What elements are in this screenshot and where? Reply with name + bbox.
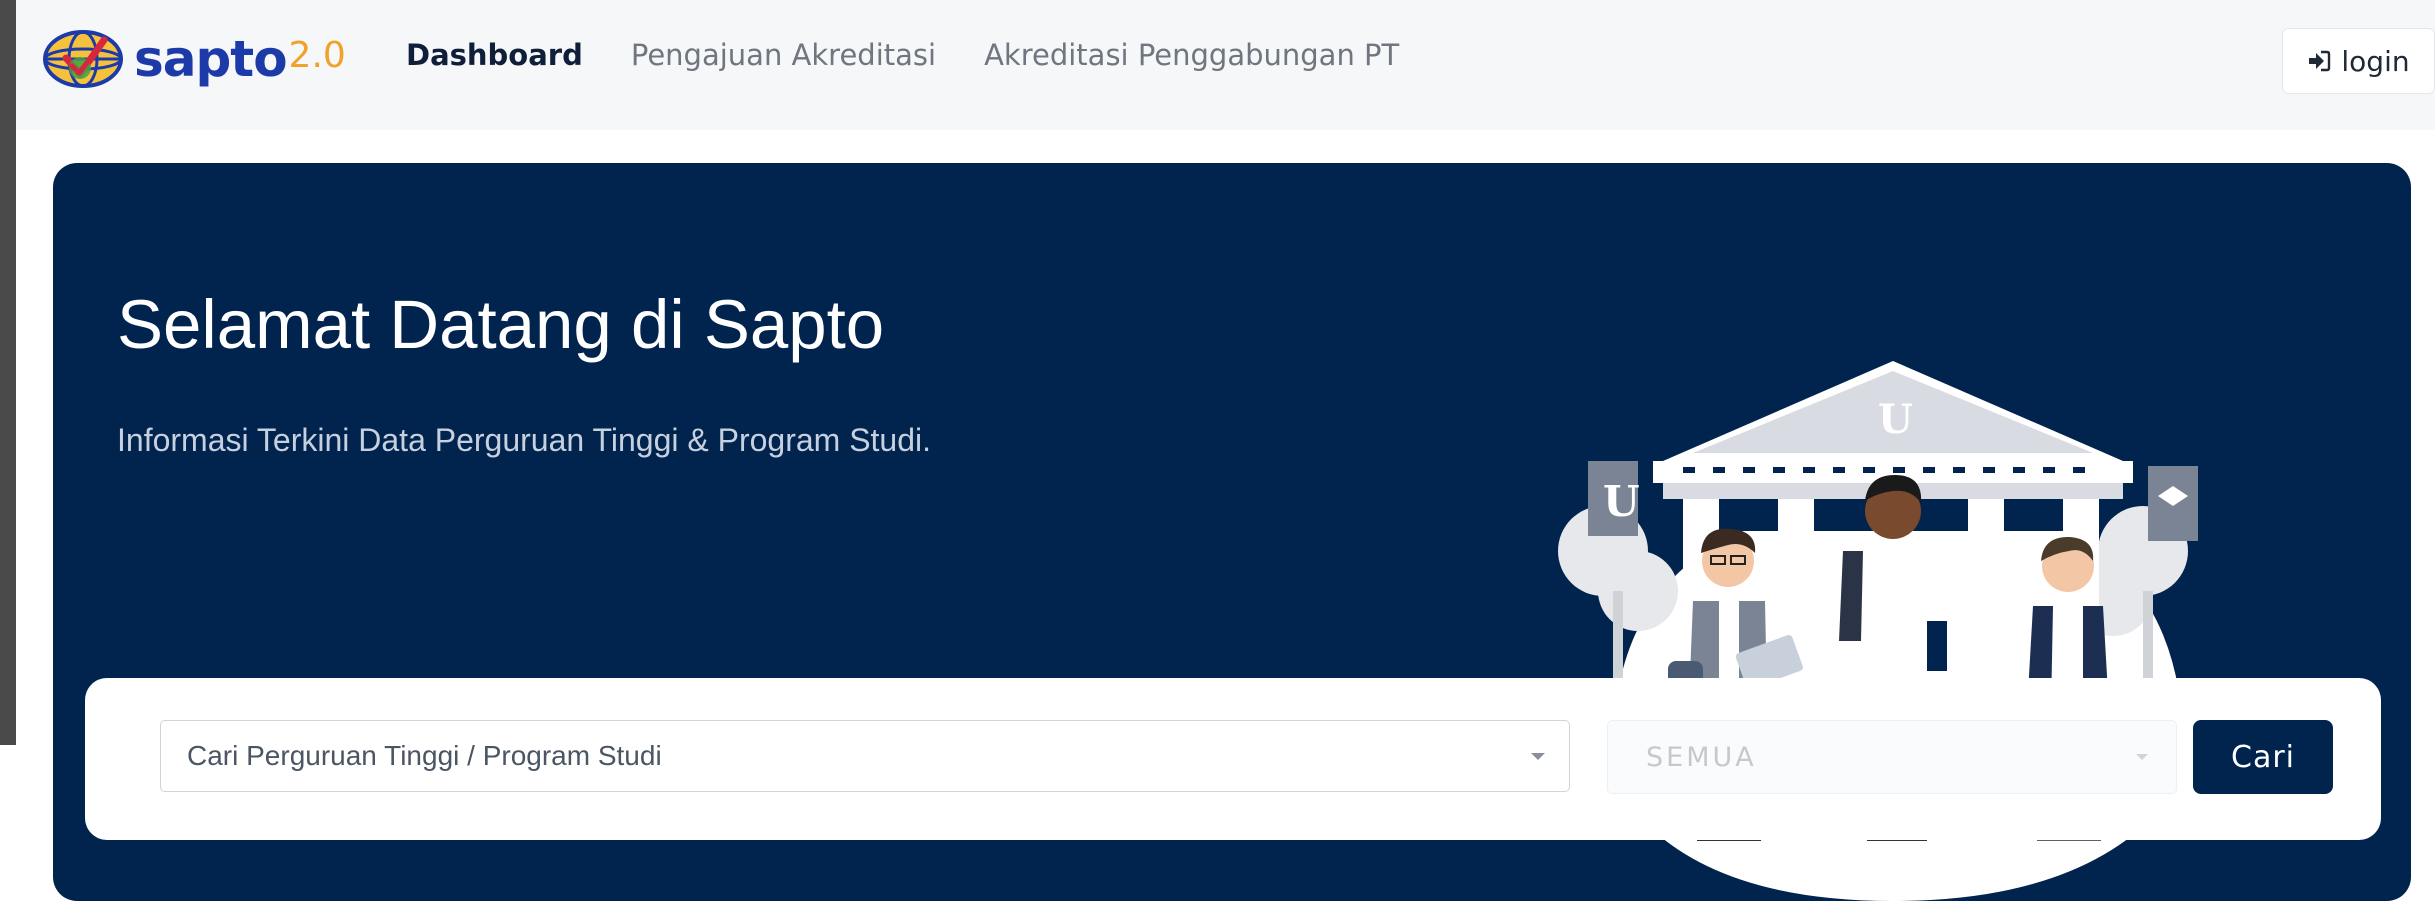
svg-text:U: U: [1878, 396, 1913, 443]
search-button[interactable]: Cari: [2193, 720, 2333, 794]
search-placeholder: Cari Perguruan Tinggi / Program Studi: [187, 740, 662, 771]
nav-dashboard[interactable]: Dashboard: [406, 38, 583, 72]
login-label: login: [2341, 44, 2410, 78]
brand-name: sapto: [134, 30, 288, 88]
search-card: Cari Perguruan Tinggi / Program Studi SE…: [85, 678, 2381, 840]
top-navbar: sapto 2.0 Dashboard Pengajuan Akreditasi…: [16, 0, 2435, 130]
svg-text:U: U: [1603, 477, 1640, 526]
brand-logo[interactable]: sapto 2.0: [42, 24, 346, 94]
nav-pengajuan-akreditasi[interactable]: Pengajuan Akreditasi: [631, 38, 936, 72]
login-button[interactable]: login: [2282, 28, 2435, 94]
nav-akreditasi-penggabungan-pt[interactable]: Akreditasi Penggabungan PT: [984, 38, 1399, 72]
sign-in-icon: [2309, 50, 2331, 72]
chevron-down-icon: [2136, 754, 2148, 760]
brand-version: 2.0: [288, 34, 346, 76]
filter-value: SEMUA: [1646, 741, 1757, 773]
hero-title: Selamat Datang di Sapto: [117, 286, 885, 363]
search-input[interactable]: Cari Perguruan Tinggi / Program Studi: [160, 720, 1570, 792]
main-nav: Dashboard Pengajuan Akreditasi Akreditas…: [406, 38, 1447, 72]
globe-check-icon: [43, 30, 123, 88]
left-edge-strip: [0, 0, 16, 745]
hero-subtitle: Informasi Terkini Data Perguruan Tinggi …: [117, 422, 932, 458]
chevron-down-icon: [1531, 753, 1545, 760]
category-filter-select[interactable]: SEMUA: [1607, 720, 2177, 794]
